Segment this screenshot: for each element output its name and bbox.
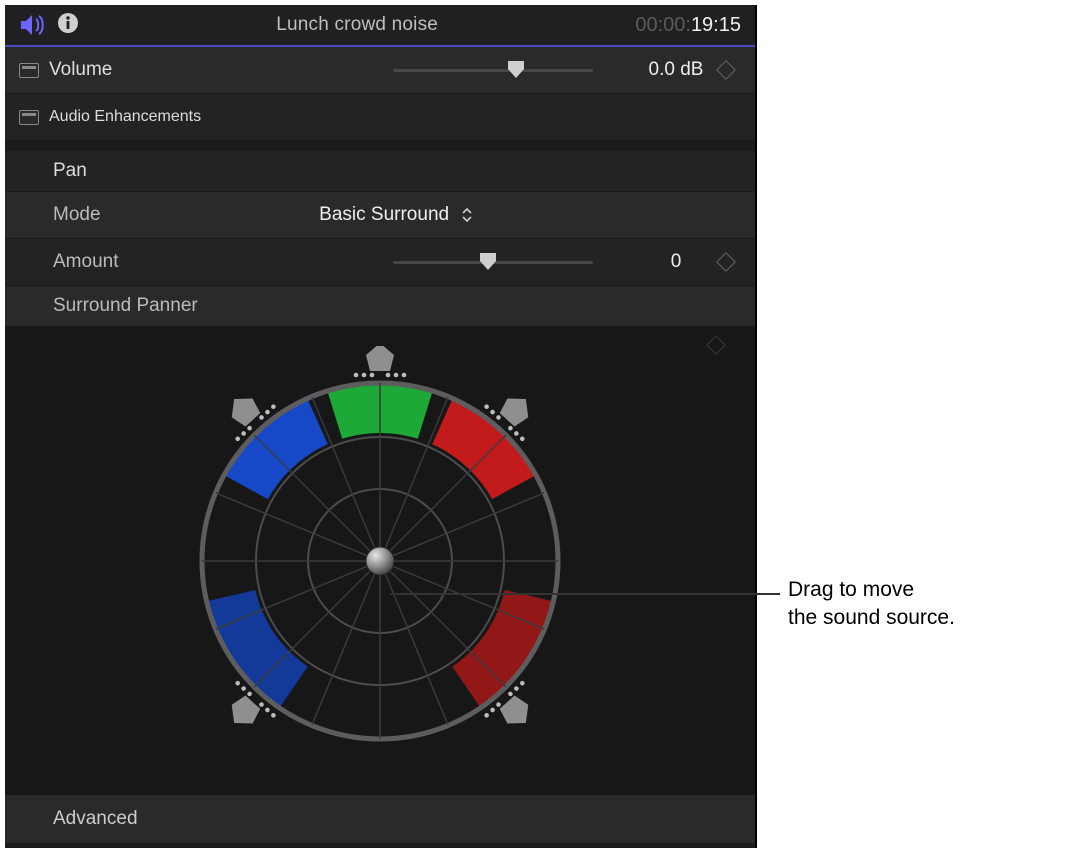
volume-label: Volume bbox=[49, 59, 112, 81]
disclosure-icon[interactable] bbox=[19, 110, 39, 125]
chevron-updown-icon bbox=[462, 207, 472, 223]
enhancements-label: Audio Enhancements bbox=[49, 108, 201, 126]
info-icon[interactable] bbox=[57, 12, 79, 39]
keyframe-icon[interactable] bbox=[706, 335, 726, 355]
inspector-header: Lunch crowd noise 00:00:19:15 bbox=[5, 5, 755, 45]
amount-slider[interactable] bbox=[393, 252, 593, 272]
speaker-center[interactable] bbox=[354, 346, 407, 377]
callout-text: Drag to move the sound source. bbox=[788, 576, 955, 633]
audio-enhancements-section[interactable]: Audio Enhancements bbox=[5, 94, 755, 141]
volume-icon[interactable] bbox=[19, 13, 47, 37]
pan-mode-dropdown[interactable]: Basic Surround bbox=[101, 204, 691, 226]
callout-leader-line bbox=[390, 593, 780, 595]
pan-section: Pan bbox=[5, 151, 755, 192]
panner-puck[interactable] bbox=[366, 547, 394, 575]
volume-slider[interactable] bbox=[393, 60, 593, 80]
pan-amount-row: Amount 0 bbox=[5, 239, 755, 286]
advanced-label: Advanced bbox=[53, 808, 138, 830]
surround-panner bbox=[5, 327, 755, 795]
pan-mode-row: Mode Basic Surround bbox=[5, 192, 755, 239]
pan-label: Pan bbox=[53, 160, 87, 182]
clip-title: Lunch crowd noise bbox=[89, 14, 625, 36]
disclosure-icon[interactable] bbox=[19, 63, 39, 78]
timecode: 00:00:19:15 bbox=[635, 14, 741, 37]
mode-label: Mode bbox=[53, 204, 101, 226]
amount-label: Amount bbox=[53, 251, 118, 273]
surround-panner-label: Surround Panner bbox=[53, 295, 198, 317]
advanced-section[interactable]: Advanced bbox=[5, 795, 755, 843]
surround-panner-control[interactable] bbox=[165, 346, 595, 776]
volume-row: Volume 0.0 dB bbox=[5, 47, 755, 94]
audio-inspector-panel: Lunch crowd noise 00:00:19:15 Volume 0.0… bbox=[5, 5, 757, 848]
surround-panner-row: Surround Panner bbox=[5, 286, 755, 327]
